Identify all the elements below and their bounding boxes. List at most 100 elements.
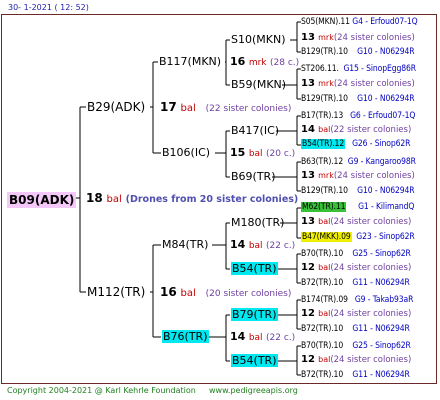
leaf-row[interactable]: B47(MKK).09 G23 - Sinop62R: [301, 232, 415, 242]
gen1-queen-0[interactable]: B29(ADK): [87, 101, 145, 113]
gen2-num-0: 16: [230, 55, 246, 68]
leaf-row[interactable]: B17(TR).13 G6 - Erfoud07-1Q: [301, 112, 415, 121]
gen3-num-5: 12: [301, 262, 315, 273]
gen1-queen-1[interactable]: M112(TR): [87, 286, 145, 298]
leaf-origin: G26 - Sinop62R: [352, 139, 411, 149]
gen2-queen-1[interactable]: B106(IC): [162, 147, 210, 158]
leaf-row[interactable]: B174(TR).09 G9 - Takab93aR: [301, 296, 413, 305]
gen3-queen-0[interactable]: S10(MKN): [231, 34, 286, 45]
gen2-queen-0[interactable]: B117(MKN): [159, 56, 221, 67]
gen3-queen-5[interactable]: B54(TR): [231, 262, 278, 275]
leaf-name: B72(TR).10: [301, 370, 344, 380]
gen1-bal-0: bal: [180, 103, 196, 114]
leaf-origin: G9 - Kangaroo98R: [347, 157, 416, 167]
leaf-name: B63(TR).12: [301, 157, 344, 167]
gen1-drones-0: 17 bal (22 sister colonies): [160, 101, 291, 114]
gen3-queen-2[interactable]: B417(IC): [231, 125, 279, 136]
leaf-row[interactable]: B63(TR).12 G9 - Kangaroo98R: [301, 158, 416, 167]
leaf-row[interactable]: B72(TR).10 G11 - N06294R: [301, 279, 410, 288]
gen2-note-3: (22 c.): [266, 333, 296, 343]
leaf-row[interactable]: S05(MKN).11 G4 - Erfoud07-1Q: [301, 18, 418, 27]
leaf-name: S05(MKN).11: [301, 17, 350, 27]
gen3-drones-4: 13 bal(24 sister colonies): [301, 217, 411, 227]
leaf-origin: G15 - SinopEgg86R: [343, 64, 416, 74]
gen2-bal-2: bal: [248, 241, 263, 251]
gen1-bal-1: bal: [180, 288, 196, 299]
gen2-num-3: 14: [230, 330, 246, 343]
footer-copyright: Copyright 2004-2021 @ Karl Kehrle Founda…: [7, 386, 196, 395]
gen2-bal-1: bal: [248, 149, 263, 159]
gen2-drones-1: 15 bal (20 c.): [230, 147, 295, 159]
leaf-name: ST206.11.: [301, 64, 339, 74]
leaf-name: B72(TR).10: [301, 278, 344, 288]
leaf-row[interactable]: B70(TR).10 G25 - Sinop62R: [301, 250, 411, 259]
gen2-note-0: (28 c.): [270, 58, 300, 68]
gen3-num-3: 13: [301, 170, 315, 181]
leaf-origin: G9 - Takab93aR: [354, 295, 414, 305]
leaf-name: B129(TR).10: [301, 47, 348, 57]
gen3-num-0: 13: [301, 32, 315, 43]
footer-site-link[interactable]: www.pedigreeapis.org: [209, 387, 298, 395]
gen3-bal-7: bal: [318, 355, 331, 364]
gen1-num-1: 16: [160, 285, 177, 299]
gen2-queen-3[interactable]: B76(TR): [162, 330, 209, 343]
leaf-row[interactable]: B54(TR).12 G26 - Sinop62R: [301, 139, 411, 149]
gen3-num-7: 12: [301, 354, 315, 365]
gen3-drones-3: 13 mrk(24 sister colonies): [301, 171, 415, 181]
leaf-row[interactable]: M62(TR).11 G1 - KilimandQ: [301, 202, 415, 212]
gen3-drones-0: 13 mrk(24 sister colonies): [301, 33, 415, 43]
leaf-name: B129(TR).10: [301, 186, 348, 196]
gen3-queen-1[interactable]: B59(MKN): [231, 79, 286, 90]
gen1-drones-1: 16 bal (20 sister colonies): [160, 286, 291, 299]
gen3-note-4: (24 sister colonies): [330, 217, 412, 227]
gen3-note-2: (22 sister colonies): [330, 125, 412, 135]
gen3-name-6: B79(TR): [231, 308, 278, 321]
gen2-note-2: (22 c.): [266, 241, 296, 251]
gen3-bal-0: mrk: [318, 33, 334, 42]
gen2-queen-2[interactable]: M84(TR): [162, 239, 208, 250]
leaf-origin: G25 - Sinop62R: [352, 341, 411, 351]
leaf-row[interactable]: ST206.11. G15 - SinopEgg86R: [301, 65, 416, 74]
leaf-origin: G6 - Erfoud07-1Q: [350, 111, 416, 121]
gen3-bal-4: bal: [318, 217, 331, 226]
gen3-note-5: (24 sister colonies): [330, 263, 412, 273]
leaf-row[interactable]: B129(TR).10 G10 - N06294R: [301, 187, 415, 196]
root-num: 18: [86, 191, 103, 205]
gen3-note-1: (24 sister colonies): [333, 79, 415, 89]
leaf-origin: G11 - N06294R: [352, 370, 410, 380]
gen1-note-0: (22 sister colonies): [205, 104, 292, 114]
gen3-drones-7: 12 bal(24 sister colonies): [301, 355, 411, 365]
gen2-num-2: 14: [230, 238, 246, 251]
leaf-row[interactable]: B129(TR).10 G10 - N06294R: [301, 95, 415, 104]
root-name: B09(ADK): [7, 192, 77, 208]
gen3-queen-7[interactable]: B54(TR): [231, 354, 278, 367]
root-queen[interactable]: B09(ADK): [7, 191, 77, 208]
gen3-queen-6[interactable]: B79(TR): [231, 308, 278, 321]
leaf-origin: G25 - Sinop62R: [352, 249, 411, 259]
gen3-note-6: (24 sister colonies): [330, 309, 412, 319]
gen3-queen-4[interactable]: M180(TR): [231, 217, 284, 228]
gen3-queen-3[interactable]: B69(TR): [231, 171, 276, 182]
leaf-row[interactable]: B72(TR).10 G11 - N06294R: [301, 325, 410, 334]
leaf-origin: G11 - N06294R: [352, 324, 410, 334]
gen3-note-7: (24 sister colonies): [330, 355, 412, 365]
leaf-row[interactable]: B72(TR).10 G11 - N06294R: [301, 371, 410, 380]
gen3-bal-1: mrk: [318, 79, 334, 88]
gen3-num-1: 13: [301, 78, 315, 89]
leaf-name: B17(TR).13: [301, 111, 344, 121]
leaf-origin: G10 - N06294R: [357, 186, 415, 196]
gen2-bal-0: mrk: [248, 58, 267, 68]
gen2-drones-3: 14 bal (22 c.): [230, 331, 295, 343]
leaf-row[interactable]: B70(TR).10 G25 - Sinop62R: [301, 342, 411, 351]
leaf-name: B54(TR).12: [301, 139, 346, 149]
gen3-note-3: (24 sister colonies): [333, 171, 415, 181]
gen1-num-0: 17: [160, 100, 177, 114]
root-note: (Drones from 20 sister colonies): [125, 194, 299, 205]
leaf-origin: G1 - KilimandQ: [358, 202, 415, 212]
gen2-drones-0: 16 mrk (28 c.): [230, 56, 299, 68]
leaf-name: B70(TR).10: [301, 249, 344, 259]
gen3-drones-6: 12 bal(24 sister colonies): [301, 309, 411, 319]
leaf-name: B129(TR).10: [301, 94, 348, 104]
leaf-origin: G23 - Sinop62R: [356, 232, 415, 242]
leaf-row[interactable]: B129(TR).10 G10 - N06294R: [301, 48, 415, 57]
